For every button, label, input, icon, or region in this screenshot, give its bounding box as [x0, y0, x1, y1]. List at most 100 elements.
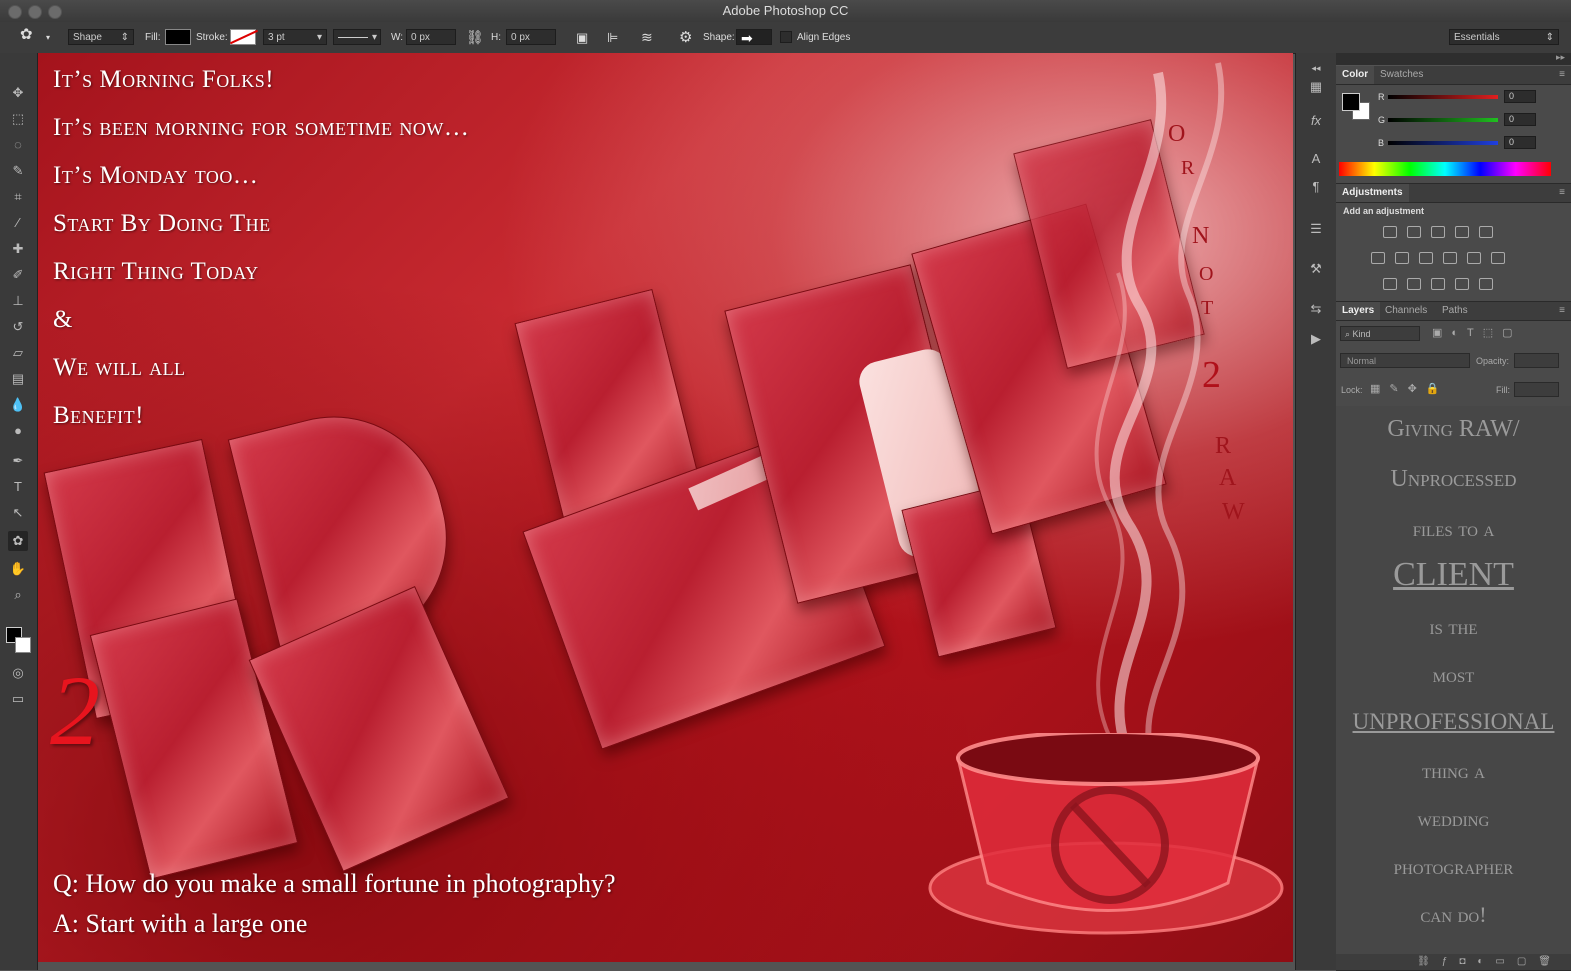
history-brush-tool-icon[interactable]: ↺	[8, 317, 28, 337]
path-alignment-icon[interactable]: ⊫	[607, 29, 618, 46]
type-tool-icon[interactable]: T	[8, 477, 28, 497]
align-edges-checkbox[interactable]	[780, 31, 792, 43]
tool-presets-panel-icon[interactable]: ⚒	[1306, 259, 1326, 279]
lock-icons[interactable]: ▦✎✥🔒	[1370, 382, 1449, 395]
workspace-select[interactable]: Essentials ⇕	[1449, 29, 1559, 45]
move-tool-icon[interactable]: ✥	[8, 83, 28, 103]
brush-tool-icon[interactable]: ✐	[8, 265, 28, 285]
layer-filter-icons[interactable]: ▣◐T⬚▢	[1432, 326, 1522, 339]
quick-mask-icon[interactable]: ◎	[8, 663, 28, 683]
vertical-letter: N	[1192, 223, 1210, 249]
custom-shape-tool-icon[interactable]: ✿	[20, 26, 33, 43]
curves-icon[interactable]	[1431, 226, 1445, 238]
layers-footer-icons[interactable]: ⛓ƒ◘◐▭▢🗑	[1336, 954, 1571, 970]
stroke-type-select[interactable]: ▾	[333, 29, 381, 45]
gray-text-line: Giving RAW/	[1387, 416, 1520, 442]
green-value-field[interactable]: 0	[1504, 113, 1536, 126]
dodge-tool-icon[interactable]: ●	[8, 421, 28, 441]
tab-color[interactable]: Color	[1336, 66, 1375, 84]
fill-swatch[interactable]	[165, 29, 191, 45]
panel-menu-icon[interactable]: ≡	[1553, 184, 1571, 202]
blue-slider[interactable]	[1388, 141, 1498, 145]
screen-mode-icon[interactable]: ▭	[8, 689, 28, 709]
posterize-icon[interactable]	[1407, 278, 1421, 290]
channel-mixer-icon[interactable]	[1467, 252, 1481, 264]
actions-panel-icon[interactable]: ▶	[1306, 329, 1326, 349]
eraser-tool-icon[interactable]: ▱	[8, 343, 28, 363]
stroke-width-field[interactable]: 3 pt ▾	[263, 29, 327, 45]
tab-adjustments[interactable]: Adjustments	[1336, 184, 1409, 202]
invert-icon[interactable]	[1383, 278, 1397, 290]
healing-brush-tool-icon[interactable]: ✚	[8, 239, 28, 259]
gradient-map-icon[interactable]	[1479, 278, 1493, 290]
stroke-swatch[interactable]	[229, 29, 259, 45]
canvas-text-line: We will all	[53, 354, 186, 381]
zoom-tool-icon[interactable]: ⌕	[8, 585, 28, 605]
marquee-tool-icon[interactable]: ⬚	[8, 109, 28, 129]
selective-color-icon[interactable]	[1455, 278, 1469, 290]
color-spectrum-bar[interactable]	[1339, 162, 1551, 176]
blue-value-field[interactable]: 0	[1504, 136, 1536, 149]
levels-icon[interactable]	[1407, 226, 1421, 238]
opacity-field[interactable]	[1514, 353, 1559, 368]
width-field[interactable]: 0 px	[406, 29, 456, 45]
tab-paths[interactable]: Paths	[1436, 302, 1474, 320]
tab-channels[interactable]: Channels	[1379, 302, 1433, 320]
shape-picker[interactable]: ➡	[736, 29, 772, 46]
black-white-icon[interactable]	[1419, 252, 1433, 264]
solid-line-icon	[338, 37, 368, 38]
link-icon[interactable]: ⛓	[466, 29, 484, 46]
tab-layers[interactable]: Layers	[1336, 302, 1381, 320]
layer-filter-kind-select[interactable]: ⌕ Kind	[1340, 326, 1420, 341]
panel-menu-icon[interactable]: ≡	[1553, 66, 1571, 84]
tool-mode-select[interactable]: Shape ⇕	[68, 29, 134, 45]
fill-field[interactable]	[1514, 382, 1559, 397]
expand-arrows-icon[interactable]: ▸▸	[1556, 52, 1565, 63]
character-panel-icon[interactable]: A	[1306, 149, 1326, 169]
crop-tool-icon[interactable]: ⌗	[8, 187, 28, 207]
layers-list[interactable]: Giving RAW/ Unprocessed files to a CLIEN…	[1336, 406, 1571, 954]
blur-tool-icon[interactable]: 💧	[8, 395, 28, 415]
exposure-icon[interactable]	[1455, 226, 1469, 238]
blend-mode-select[interactable]: Normal	[1340, 353, 1470, 368]
photo-filter-icon[interactable]	[1443, 252, 1457, 264]
quick-selection-tool-icon[interactable]: ✎	[8, 161, 28, 181]
question-line: Q: How do you make a small fortune in ph…	[53, 869, 616, 898]
hand-tool-icon[interactable]: ✋	[8, 559, 28, 579]
threshold-icon[interactable]	[1431, 278, 1445, 290]
color-lookup-icon[interactable]	[1491, 252, 1505, 264]
green-slider[interactable]	[1388, 118, 1498, 122]
title-bar: Adobe Photoshop CC	[0, 0, 1571, 23]
panel-menu-icon[interactable]: ≡	[1553, 302, 1571, 320]
height-field[interactable]: 0 px	[506, 29, 556, 45]
properties-panel-icon[interactable]: ☰	[1306, 219, 1326, 239]
pen-tool-icon[interactable]: ✒	[8, 451, 28, 471]
background-color-swatch[interactable]	[15, 637, 31, 653]
eyedropper-tool-icon[interactable]: ⁄	[8, 213, 28, 233]
path-operations-icon[interactable]: ▣	[576, 29, 588, 46]
canvas-text-line: Benefit!	[53, 402, 144, 429]
gear-icon[interactable]: ⚙	[679, 29, 692, 46]
tool-preset-chevron-icon[interactable]: ▾	[46, 29, 50, 46]
history-panel-icon[interactable]: ▦	[1306, 77, 1326, 97]
path-arrangement-icon[interactable]: ≋	[641, 29, 653, 46]
path-selection-tool-icon[interactable]: ↖	[8, 503, 28, 523]
clone-stamp-tool-icon[interactable]: ⊥	[8, 291, 28, 311]
foreground-color-swatch[interactable]	[1342, 93, 1360, 111]
custom-shape-tool-icon[interactable]: ✿	[8, 531, 28, 551]
document-canvas[interactable]: It’s Morning Folks! It’s been morning fo…	[38, 53, 1293, 962]
collapse-arrows-icon[interactable]: ◂◂	[1306, 58, 1326, 78]
hue-saturation-icon[interactable]	[1371, 252, 1385, 264]
tab-swatches[interactable]: Swatches	[1374, 66, 1429, 84]
red-value-field[interactable]: 0	[1504, 90, 1536, 103]
paragraph-panel-icon[interactable]: ¶	[1306, 177, 1326, 197]
red-slider[interactable]	[1388, 95, 1498, 99]
brightness-contrast-icon[interactable]	[1383, 226, 1397, 238]
lasso-tool-icon[interactable]: ◌	[8, 135, 28, 155]
shape-label: Shape:	[703, 32, 735, 43]
vibrance-icon[interactable]	[1479, 226, 1493, 238]
gradient-tool-icon[interactable]: ▤	[8, 369, 28, 389]
color-balance-icon[interactable]	[1395, 252, 1409, 264]
clone-source-panel-icon[interactable]: ⇆	[1306, 299, 1326, 319]
styles-panel-icon[interactable]: fx	[1306, 111, 1326, 131]
